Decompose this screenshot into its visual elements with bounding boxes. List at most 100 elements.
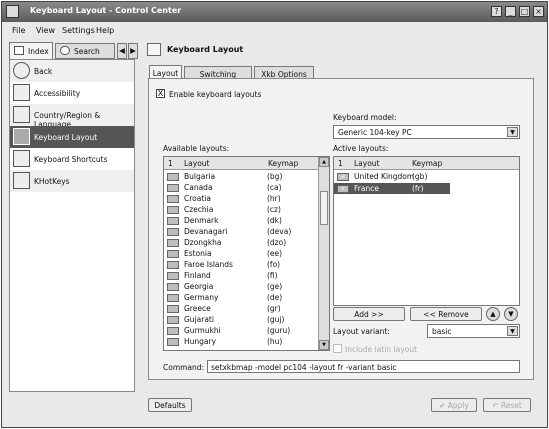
sidebar-item-country-region[interactable]: Country/Region & Language [10, 104, 134, 129]
flag-gb-icon: gb [337, 173, 349, 181]
flag-icon [167, 294, 179, 302]
list-item[interactable]: Estonia (ee) [164, 248, 319, 259]
layout-keymap: (bg) [267, 172, 283, 181]
move-up-button[interactable]: ▲ [486, 307, 500, 321]
column-header-keymap[interactable]: Keymap [412, 159, 442, 168]
active-layouts-list[interactable]: 1 Layout Keymap gb United Kingdom (gb) f… [333, 156, 520, 306]
layout-name: Greece [184, 304, 211, 313]
command-label: Command: [163, 363, 205, 372]
accessibility-icon [13, 84, 30, 101]
list-item[interactable]: Hungary (hu) [164, 336, 319, 347]
arrow-up-icon: ▲ [322, 159, 326, 165]
flag-icon [167, 173, 179, 181]
layout-variant-value: basic [432, 327, 452, 336]
help-button[interactable]: ? [491, 6, 502, 17]
menu-view[interactable]: View [36, 26, 55, 35]
add-button[interactable]: Add >> [333, 307, 405, 321]
tab-layout[interactable]: Layout [149, 65, 182, 79]
column-header-number[interactable]: 1 [168, 159, 173, 168]
flag-icon [167, 261, 179, 269]
list-item[interactable]: Dzongkha (dzo) [164, 237, 319, 248]
layout-keymap: (de) [267, 293, 283, 302]
sidebar-item-accessibility[interactable]: Accessibility [10, 82, 134, 104]
scroll-thumb[interactable] [320, 191, 328, 225]
maximize-button[interactable]: □ [519, 6, 530, 17]
include-latin-label: Include latin layout [345, 345, 417, 354]
menu-file[interactable]: File [12, 26, 25, 35]
scroll-down-button[interactable]: ▼ [319, 340, 329, 350]
column-header-layout[interactable]: Layout [184, 159, 210, 168]
menu-help[interactable]: Help [96, 26, 114, 35]
list-item[interactable]: Croatia (hr) [164, 193, 319, 204]
list-item[interactable]: Faroe Islands (fo) [164, 259, 319, 270]
list-header: 1 Layout Keymap [164, 157, 319, 170]
available-layouts-scrollbar[interactable]: ▲ ▼ [318, 157, 329, 350]
layout-keymap: (dk) [267, 216, 282, 225]
layout-variant-label: Layout variant: [333, 327, 390, 336]
list-item[interactable]: Czechia (cz) [164, 204, 319, 215]
include-latin-checkbox[interactable] [333, 344, 342, 353]
close-button[interactable]: × [533, 6, 544, 17]
list-item[interactable]: Gurmukhi (guru) [164, 325, 319, 336]
list-item[interactable]: Germany (de) [164, 292, 319, 303]
list-item[interactable]: gb United Kingdom (gb) [334, 171, 519, 182]
available-layouts-list[interactable]: 1 Layout Keymap Bulgaria (bg) Canada (ca) Cr… [163, 156, 330, 351]
tabs-scroll-right-button[interactable]: ▶ [128, 43, 138, 59]
list-item[interactable]: Denmark (dk) [164, 215, 319, 226]
sidebar-item-keyboard-layout[interactable]: Keyboard Layout [10, 126, 134, 148]
layout-name: Faroe Islands [184, 260, 233, 269]
enable-layouts-checkbox[interactable]: X [156, 89, 165, 98]
available-layouts-label: Available layouts: [163, 144, 230, 153]
list-item[interactable]: Devanagari (deva) [164, 226, 319, 237]
tab-index[interactable]: Index [9, 42, 53, 59]
column-header-number[interactable]: 1 [338, 159, 343, 168]
column-header-layout[interactable]: Layout [354, 159, 380, 168]
layout-name: Dzongkha [184, 238, 222, 247]
apply-label: Apply [447, 401, 469, 410]
tab-search-label: Search [74, 47, 100, 56]
layout-keymap: (hr) [267, 194, 281, 203]
khotkeys-icon [13, 172, 30, 189]
minimize-button[interactable]: _ [505, 6, 516, 17]
layout-name: Germany [184, 293, 219, 302]
flag-icon [167, 338, 179, 346]
list-item[interactable]: Finland (fi) [164, 270, 319, 281]
flag-icon [167, 327, 179, 335]
tab-search[interactable]: Search [55, 43, 115, 59]
sidebar-item-back[interactable]: Back [10, 60, 134, 82]
tabs-scroll-left-button[interactable]: ◀ [117, 43, 127, 59]
layout-name: Hungary [184, 337, 217, 346]
sidebar-item-khotkeys[interactable]: KHotKeys [10, 170, 134, 192]
layout-variant-select[interactable]: basic ▼ [427, 324, 520, 338]
move-down-button[interactable]: ▼ [504, 307, 518, 321]
flag-icon [167, 184, 179, 192]
apply-button[interactable]: ✔ Apply [431, 398, 477, 412]
sidebar-item-keyboard-shortcuts[interactable]: Keyboard Shortcuts [10, 148, 134, 170]
sidebar-item-label: Back [34, 67, 53, 76]
country-icon [13, 106, 30, 123]
keyboard-model-label: Keyboard model: [333, 113, 397, 122]
list-item[interactable]: Georgia (ge) [164, 281, 319, 292]
flag-icon [167, 228, 179, 236]
command-field: setxkbmap -model pc104 -layout fr -varia… [207, 360, 520, 373]
title-bar[interactable]: Keyboard Layout - Control Center ? _ □ × [2, 2, 547, 22]
layout-name: United Kingdom [354, 172, 415, 181]
remove-button[interactable]: << Remove [410, 307, 482, 321]
defaults-button[interactable]: Defaults [148, 398, 192, 412]
list-item[interactable]: Bulgaria (bg) [164, 171, 319, 182]
layout-name: Finland [184, 271, 211, 280]
list-item[interactable]: Canada (ca) [164, 182, 319, 193]
chevron-right-icon: ▶ [130, 46, 136, 55]
keyboard-model-select[interactable]: Generic 104-key PC ▼ [333, 125, 520, 139]
app-icon[interactable] [6, 5, 19, 18]
flag-icon [167, 272, 179, 280]
menu-settings[interactable]: Settings [62, 26, 95, 35]
list-item[interactable]: Greece (gr) [164, 303, 319, 314]
column-header-keymap[interactable]: Keymap [268, 159, 298, 168]
list-item[interactable]: Gujarati (guj) [164, 314, 319, 325]
list-item[interactable]: fr France (fr) [334, 183, 450, 194]
scroll-up-button[interactable]: ▲ [319, 157, 329, 167]
layout-keymap: (gb) [412, 172, 428, 181]
flag-icon [167, 283, 179, 291]
reset-button[interactable]: ↶ Reset [483, 398, 531, 412]
